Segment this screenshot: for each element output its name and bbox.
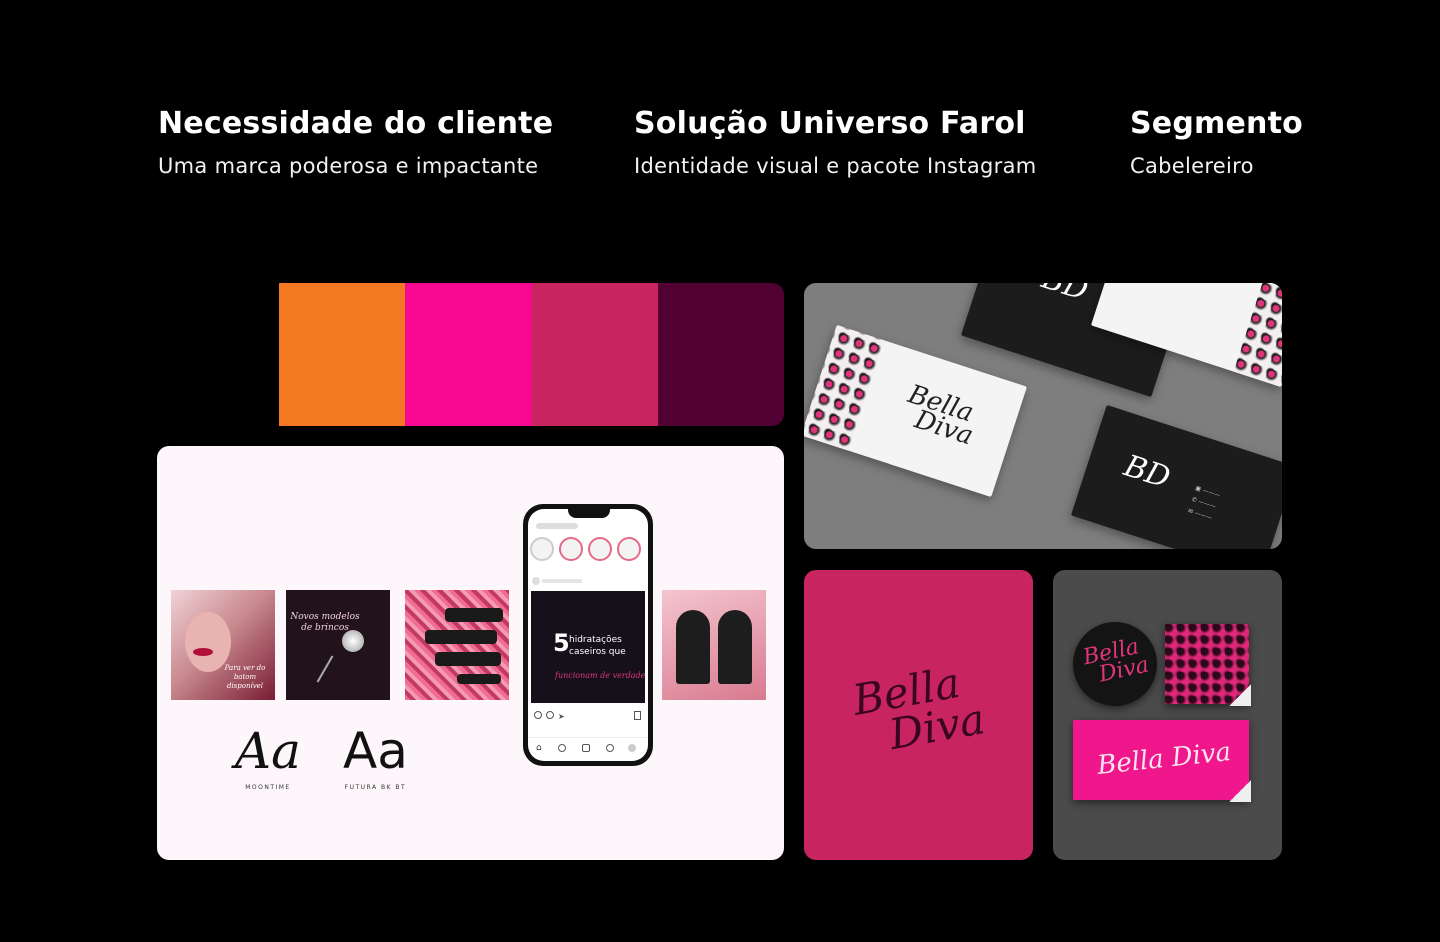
font-sample-glyph: Aa (235, 722, 301, 780)
home-icon[interactable]: ⌂ (536, 743, 542, 753)
post-line: hidratações (569, 635, 622, 645)
face-illustration (185, 612, 231, 672)
info-subtitle: Uma marca poderosa e impactante (158, 154, 539, 178)
diamond-illustration (342, 630, 364, 652)
add-post-icon[interactable] (582, 744, 590, 752)
logo-wordmark: Bella Diva (849, 658, 988, 761)
info-subtitle: Identidade visual e pacote Instagram (634, 154, 1037, 178)
business-cards-panel: BD ▣ ———✆ ———✉ ——— Bella Diva BD ▣ ———✆ … (804, 283, 1282, 549)
phone-screen: 5 hidratações caseiros que funcionam de … (528, 509, 648, 761)
divider (528, 737, 648, 738)
color-palette (279, 283, 784, 426)
font-sample-sans: Aa FUTURA BK BT (343, 724, 408, 791)
stickers-panel: Bella Diva Bella Diva (1053, 570, 1282, 860)
story-circle[interactable] (559, 537, 583, 561)
sticker-brand-text: Bella Diva (1095, 737, 1233, 781)
info-title: Solução Universo Farol (634, 106, 1026, 141)
info-title: Segmento (1130, 106, 1303, 141)
stem-illustration (316, 655, 334, 683)
phone-notch (568, 509, 610, 518)
font-name: FUTURA BK BT (344, 784, 407, 791)
bookmark-icon[interactable] (634, 711, 641, 720)
heart-icon[interactable] (534, 711, 542, 719)
info-solution: Solução Universo Farol Identidade visual… (634, 104, 1037, 178)
story-circle[interactable] (588, 537, 612, 561)
feed-thumbnail-earrings: Novos modelos de brincos (286, 590, 390, 700)
logo-panel: Bella Diva (804, 570, 1033, 860)
instagram-feed-panel: Para ver do batom disponível Novos model… (157, 446, 784, 860)
info-client-need: Necessidade do cliente Uma marca poderos… (158, 104, 553, 178)
chat-bubble (435, 652, 501, 666)
phone-mockup: 5 hidratações caseiros que funcionam de … (523, 504, 653, 766)
sticker-leopard (1165, 624, 1251, 706)
font-name: MOONTIME (245, 784, 291, 791)
business-card-front: Bella Diva (804, 324, 1028, 498)
thumbnail-caption: Para ver do batom disponível (224, 664, 266, 690)
chat-bubble (445, 608, 503, 622)
avatar (532, 577, 540, 585)
profile-icon[interactable] (628, 744, 636, 752)
leopard-pattern (804, 324, 888, 455)
activity-icon[interactable] (606, 744, 614, 752)
comment-icon[interactable] (546, 711, 554, 719)
color-swatch (531, 283, 658, 426)
feed-thumbnail-tips (662, 590, 766, 700)
font-sample-glyph: Aa (343, 722, 408, 780)
post-line: caseiros que (569, 647, 626, 657)
story-circle[interactable] (530, 537, 554, 561)
color-swatch (657, 283, 784, 426)
phone-post: 5 hidratações caseiros que funcionam de … (531, 591, 645, 703)
card-contact-lines: ▣ ———✆ ———✉ ——— (1187, 484, 1221, 522)
chat-bubble (457, 674, 501, 684)
info-subtitle: Cabelereiro (1130, 154, 1254, 178)
sticker-circle: Bella Diva (1073, 622, 1157, 706)
story-circle[interactable] (617, 537, 641, 561)
business-card-back: BD ▣ ———✆ ———✉ ——— (1070, 404, 1282, 549)
username-bar (542, 579, 582, 583)
leopard-pattern (1232, 283, 1282, 388)
info-title: Necessidade do cliente (158, 106, 554, 141)
chat-bubble (425, 630, 497, 644)
color-swatch (405, 283, 532, 426)
sticker-brand-text: Bella Diva (1081, 634, 1151, 688)
feed-thumbnail-chat (405, 590, 509, 700)
lips-illustration (193, 648, 213, 656)
info-segment: Segmento Cabelereiro (1130, 104, 1303, 178)
feed-thumbnail-lipstick: Para ver do batom disponível (171, 590, 275, 700)
search-icon[interactable] (558, 744, 566, 752)
sticker-rectangle: Bella Diva (1073, 720, 1251, 802)
tip-card (676, 610, 710, 684)
card-monogram: BD (1119, 448, 1175, 496)
post-number: 5 (553, 629, 570, 657)
tip-card (718, 610, 752, 684)
font-sample-script: Aa MOONTIME (235, 724, 301, 791)
card-monogram: BD (1037, 283, 1093, 309)
sticker-peel (1229, 684, 1251, 706)
post-script: funcionam de verdade (555, 671, 646, 680)
app-header-bar (536, 523, 578, 529)
color-swatch (279, 283, 406, 426)
share-icon[interactable]: ➤ (558, 712, 565, 721)
sticker-peel (1229, 780, 1251, 802)
